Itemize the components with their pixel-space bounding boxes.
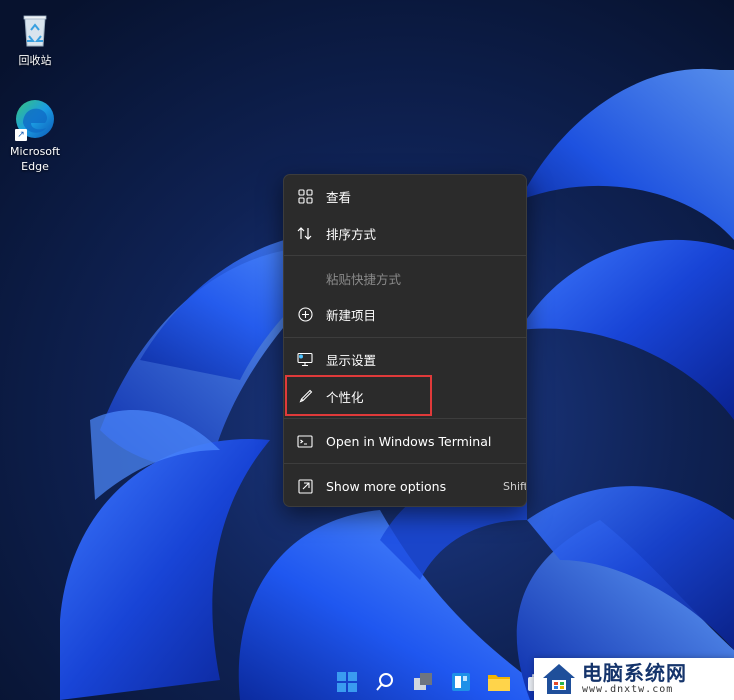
watermark: 电脑系统网 www.dnxtw.com bbox=[534, 658, 734, 700]
terminal-icon bbox=[297, 433, 313, 449]
menu-item-show-more-options-label: Show more options bbox=[326, 478, 447, 494]
menu-item-view[interactable]: 查看 bbox=[288, 179, 522, 213]
menu-item-show-more-options[interactable]: Show more options Shift bbox=[288, 469, 526, 503]
taskbar bbox=[334, 668, 550, 696]
menu-item-new-label: 新建项目 bbox=[326, 307, 377, 323]
menu-item-new[interactable]: 新建项目 bbox=[288, 297, 522, 331]
search-icon[interactable] bbox=[372, 669, 398, 695]
shortcut-arrow-icon: ↗ bbox=[15, 129, 27, 141]
recycle-bin-icon bbox=[15, 10, 55, 50]
menu-item-paste-shortcut[interactable]: 粘贴快捷方式 bbox=[288, 261, 522, 295]
sort-icon bbox=[297, 225, 313, 241]
edge-label: Microsoft Edge bbox=[9, 145, 61, 173]
separator bbox=[284, 463, 526, 464]
watermark-text: 电脑系统网 www.dnxtw.com bbox=[582, 662, 687, 696]
menu-item-display-settings-label: 显示设置 bbox=[326, 352, 377, 368]
recycle-bin-label: 回收站 bbox=[18, 54, 52, 67]
desktop-icon-recycle-bin[interactable]: 回收站 bbox=[3, 10, 67, 68]
watermark-url: www.dnxtw.com bbox=[582, 684, 674, 695]
menu-item-open-terminal-label: Open in Windows Terminal bbox=[326, 433, 492, 449]
desktop-context-menu: 查看 排序方式 粘贴快捷方式 新建项目 显示设置 个性化 Open in Win… bbox=[283, 174, 527, 507]
start-icon[interactable] bbox=[334, 669, 360, 695]
widgets-icon[interactable] bbox=[448, 669, 474, 695]
separator bbox=[284, 337, 526, 338]
menu-item-view-label: 查看 bbox=[326, 189, 352, 205]
separator bbox=[284, 255, 526, 256]
menu-item-paste-shortcut-label: 粘贴快捷方式 bbox=[326, 271, 402, 287]
menu-item-sort-label: 排序方式 bbox=[326, 226, 377, 242]
menu-item-display-settings[interactable]: 显示设置 bbox=[288, 342, 522, 376]
highlight-box bbox=[285, 375, 432, 416]
watermark-title: 电脑系统网 bbox=[582, 661, 687, 685]
desktop: 回收站 ↗ Microsoft Edge 查看 排序方式 粘贴快捷方式 新建项目… bbox=[0, 0, 734, 700]
separator bbox=[284, 418, 526, 419]
menu-item-sort[interactable]: 排序方式 bbox=[288, 216, 522, 250]
new-item-icon bbox=[297, 306, 313, 322]
desktop-icon-edge[interactable]: ↗ Microsoft Edge bbox=[3, 97, 67, 174]
watermark-house-logo-icon bbox=[540, 660, 578, 698]
show-more-options-icon bbox=[297, 478, 313, 494]
display-settings-icon bbox=[297, 351, 313, 367]
shortcut-hint: Shift bbox=[502, 479, 527, 493]
task-view-icon[interactable] bbox=[410, 669, 436, 695]
view-grid-icon bbox=[297, 188, 313, 204]
file-explorer-icon[interactable] bbox=[486, 669, 512, 695]
menu-item-open-terminal[interactable]: Open in Windows Terminal bbox=[288, 424, 522, 458]
edge-icon: ↗ bbox=[13, 97, 57, 141]
